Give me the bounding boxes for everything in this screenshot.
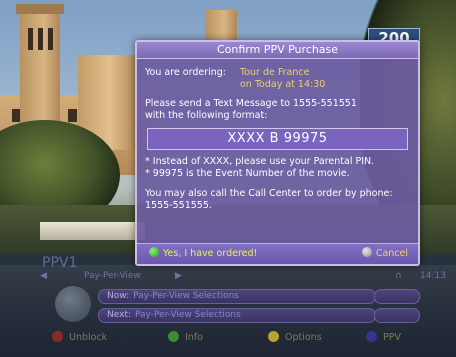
epg-now-bar: Now: Pay-Per-View Selections bbox=[98, 289, 376, 304]
confirm-ppv-dialog: Confirm PPV Purchase You are ordering: T… bbox=[135, 40, 420, 266]
sms-line-2: with the following format: bbox=[145, 110, 268, 121]
sms-code-box: XXXX B 99975 bbox=[147, 128, 408, 150]
yellow-button-icon bbox=[268, 331, 279, 342]
epg-next-label: Next: bbox=[107, 310, 131, 320]
green-button-icon bbox=[149, 247, 159, 257]
clock: 14:13 bbox=[420, 271, 446, 281]
right-arrow-icon[interactable]: ▶ bbox=[175, 271, 182, 281]
blue-button-icon bbox=[366, 331, 377, 342]
ordering-label: You are ordering: bbox=[145, 67, 227, 78]
epg-next-value: Pay-Per-View Selections bbox=[135, 310, 241, 320]
ordering-info: You are ordering: Tour de France on Toda… bbox=[145, 67, 410, 93]
service-navigation: ◀ Pay-Per-View ▶ ∩ 14:13 bbox=[40, 271, 446, 285]
note-2: * 99975 is the Event Number of the movie… bbox=[145, 168, 350, 179]
call-line-2: 1555-551555. bbox=[145, 200, 212, 211]
red-button-icon bbox=[52, 331, 63, 342]
key-label: PPV bbox=[383, 332, 401, 343]
key-label: Unblock bbox=[69, 332, 108, 343]
yellow-key-options[interactable]: Options bbox=[268, 330, 322, 346]
key-label: Info bbox=[185, 332, 203, 343]
epg-now-tail bbox=[374, 289, 420, 304]
dialog-footer: Yes, I have ordered! Cancel bbox=[137, 243, 418, 264]
call-line-1: You may also call the Call Center to ord… bbox=[145, 188, 393, 199]
epg-next-tail bbox=[374, 308, 420, 323]
cancel-button[interactable]: Cancel bbox=[361, 244, 408, 264]
blue-key-ppv[interactable]: PPV bbox=[366, 330, 401, 346]
awning bbox=[40, 222, 145, 240]
headphones-icon: ∩ bbox=[395, 271, 402, 281]
red-key-unblock[interactable]: Unblock bbox=[52, 330, 107, 346]
progress-dial bbox=[55, 286, 91, 322]
event-time: on Today at 14:30 bbox=[240, 79, 326, 90]
sms-line-1: Please send a Text Message to 1555-55155… bbox=[145, 98, 357, 109]
epg-now-value: Pay-Per-View Selections bbox=[133, 291, 239, 301]
event-title: Tour de France bbox=[240, 67, 310, 78]
left-arrow-icon[interactable]: ◀ bbox=[40, 271, 47, 281]
color-key-bar: Unblock Info Options PPV bbox=[0, 330, 456, 348]
wind-tower bbox=[16, 4, 64, 130]
channel-name: PPV1 bbox=[42, 255, 78, 271]
yes-label: Yes, I have ordered! bbox=[163, 248, 258, 259]
key-label: Options bbox=[285, 332, 322, 343]
green-button-icon bbox=[168, 331, 179, 342]
back-button-icon bbox=[361, 247, 372, 257]
yes-ordered-button[interactable]: Yes, I have ordered! bbox=[149, 244, 257, 264]
dialog-title: Confirm PPV Purchase bbox=[137, 42, 418, 59]
sms-instructions: Please send a Text Message to 1555-55155… bbox=[145, 98, 410, 122]
epg-now-label: Now: bbox=[107, 291, 130, 301]
service-name: Pay-Per-View bbox=[84, 271, 141, 281]
tv-screen: 200 PPV1 ◀ Pay-Per-View ▶ ∩ 14:13 Now: Pa… bbox=[0, 0, 456, 357]
note-1: * Instead of XXXX, please use your Paren… bbox=[145, 156, 375, 167]
green-key-info[interactable]: Info bbox=[168, 330, 203, 346]
cancel-label: Cancel bbox=[375, 248, 408, 259]
epg-next-bar: Next: Pay-Per-View Selections bbox=[98, 308, 376, 323]
dialog-body: You are ordering: Tour de France on Toda… bbox=[137, 59, 418, 212]
